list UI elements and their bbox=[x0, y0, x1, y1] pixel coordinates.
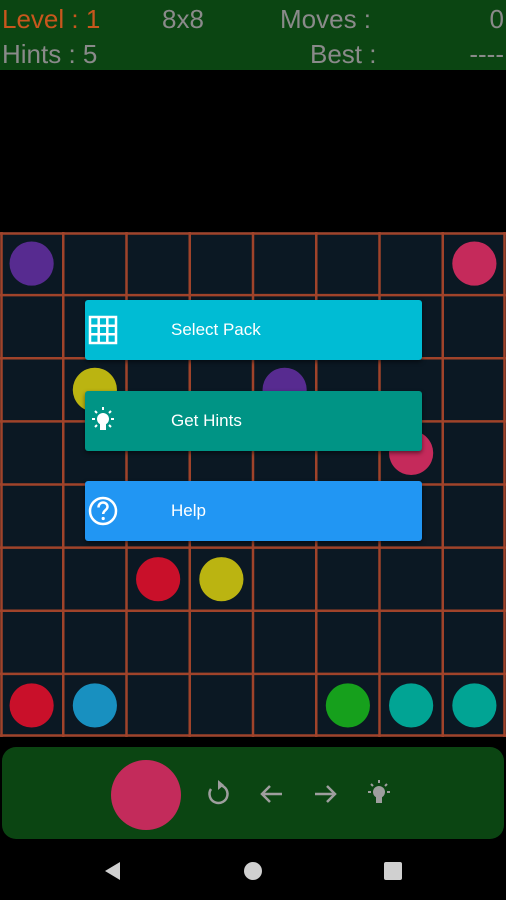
color-dot[interactable] bbox=[389, 683, 434, 728]
best-label: Best : bbox=[310, 39, 377, 69]
color-dot[interactable] bbox=[452, 683, 497, 728]
home-icon[interactable] bbox=[242, 860, 264, 882]
hint-bulb-icon[interactable] bbox=[361, 776, 397, 812]
hints-label: Hints : 5 bbox=[2, 39, 98, 69]
best-value: ---- bbox=[469, 39, 504, 69]
select-pack-button[interactable]: Select Pack bbox=[85, 300, 422, 360]
color-dot[interactable] bbox=[136, 557, 181, 602]
control-bar bbox=[2, 747, 504, 839]
arrow-right-icon[interactable] bbox=[307, 776, 343, 812]
system-navigation-bar bbox=[0, 840, 506, 900]
color-dot[interactable] bbox=[9, 683, 54, 728]
recents-icon[interactable] bbox=[382, 860, 404, 882]
get-hints-button[interactable]: Get Hints bbox=[85, 391, 422, 451]
color-dot[interactable] bbox=[325, 683, 370, 728]
color-dot[interactable] bbox=[452, 241, 497, 286]
current-color-button[interactable] bbox=[111, 760, 181, 830]
undo-icon[interactable] bbox=[200, 776, 236, 812]
level-label: Level : 1 bbox=[2, 4, 101, 34]
get-hints-label: Get Hints bbox=[171, 411, 242, 430]
top-status-bar: Level : 1 8x8 Moves : 0 Hints : 5 Best :… bbox=[0, 0, 506, 70]
help-label: Help bbox=[171, 501, 206, 520]
arrow-left-icon[interactable] bbox=[254, 776, 290, 812]
help-button[interactable]: Help bbox=[85, 481, 422, 541]
moves-value: 0 bbox=[489, 4, 504, 34]
grid-size-label: 8x8 bbox=[162, 4, 204, 34]
lightbulb-icon bbox=[92, 407, 114, 430]
select-pack-label: Select Pack bbox=[171, 320, 261, 339]
color-dot[interactable] bbox=[9, 241, 54, 286]
moves-label: Moves : bbox=[280, 4, 372, 34]
back-icon[interactable] bbox=[102, 860, 124, 882]
grid-icon bbox=[88, 315, 118, 345]
help-circle-icon bbox=[88, 496, 118, 526]
color-dot[interactable] bbox=[199, 557, 244, 602]
color-dot[interactable] bbox=[72, 683, 117, 728]
